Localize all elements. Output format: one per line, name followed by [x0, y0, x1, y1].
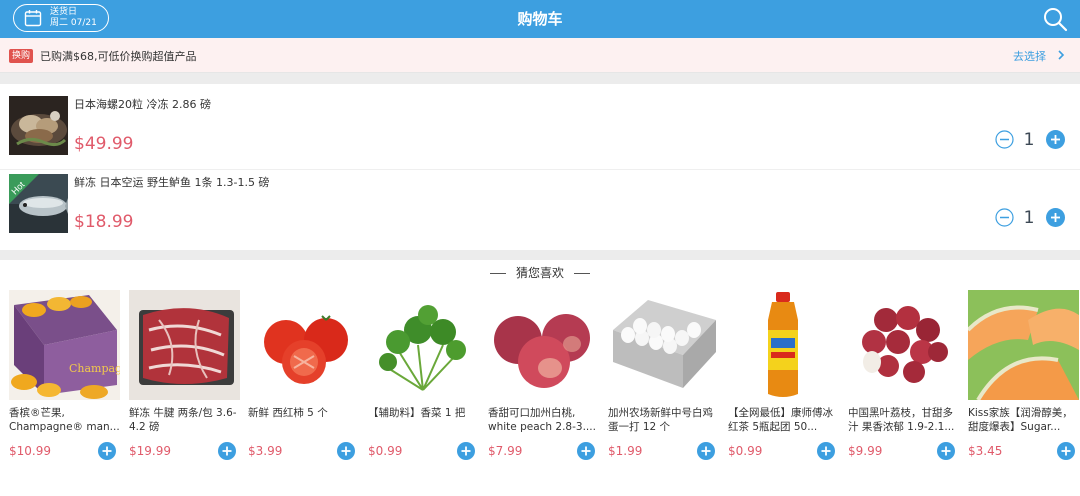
product-image-white-peaches[interactable] [488, 290, 599, 400]
add-to-cart-button[interactable] [218, 442, 236, 460]
page-title: 购物车 [517, 10, 563, 28]
product-image-cilantro[interactable] [368, 290, 479, 400]
increase-quantity-button[interactable] [1046, 130, 1065, 149]
cart-item[interactable]: Hot 鲜冻 日本空运 野生鲈鱼 1条 1.3-1.5 磅 $18.99 1 [0, 170, 1080, 248]
quantity-value: 1 [1023, 130, 1035, 150]
add-to-cart-button[interactable] [457, 442, 475, 460]
add-to-cart-button[interactable] [937, 442, 955, 460]
add-to-cart-button[interactable] [577, 442, 595, 460]
recommendation-price: $3.99 [248, 444, 283, 458]
add-to-cart-button[interactable] [817, 442, 835, 460]
chevron-right-icon[interactable] [1054, 48, 1068, 62]
recommendation-price: $1.99 [608, 444, 643, 458]
product-image-mango-box[interactable]: Champagne [9, 290, 120, 400]
recommendations-section: 猜您喜欢 Champagne 香槟®芒果, Champagne® man... … [0, 260, 1080, 496]
recommendation-name: 【辅助料】香菜 1 把 [368, 407, 466, 419]
recommendation-card[interactable]: 香甜可口加州白桃, white peach 2.8-3.... $7.99 [488, 290, 600, 496]
recommendation-name: 新鲜 西红柿 5 个 [248, 407, 328, 419]
recommendation-name: 加州农场新鲜中号白鸡蛋一打 12 个 [608, 407, 713, 433]
recommendation-price: $9.99 [848, 444, 883, 458]
recommendation-name: 中国黑叶荔枝，甘甜多汁 果香浓郁 1.9-2.1... [848, 407, 955, 433]
recommendation-card[interactable]: 【全网最低】康师傅冰红茶 5瓶起团 50... $0.99 [728, 290, 840, 496]
product-image-cantaloupe[interactable] [968, 290, 1079, 400]
quantity-value: 1 [1023, 208, 1035, 228]
product-image-lychee[interactable] [848, 290, 959, 400]
recommendation-name: 鲜冻 牛腱 两条/包 3.6-4.2 磅 [129, 407, 237, 433]
recommendation-name: 香甜可口加州白桃, white peach 2.8-3.... [488, 407, 596, 433]
promo-badge: 换购 [9, 49, 34, 63]
recommendation-card[interactable]: 加州农场新鲜中号白鸡蛋一打 12 个 $1.99 [608, 290, 720, 496]
product-image-sea-snail[interactable] [9, 96, 68, 155]
recommendation-name: Kiss家族【润滑醇美，甜度爆表】Sugar... [968, 407, 1073, 433]
product-image-sea-bass[interactable]: Hot [9, 174, 68, 233]
recommendation-name: 【全网最低】康师傅冰红茶 5瓶起团 50... [728, 407, 833, 433]
add-to-cart-button[interactable] [1057, 442, 1075, 460]
recommendation-price: $7.99 [488, 444, 523, 458]
cart-item-name: 日本海螺20粒 冷冻 2.86 磅 [74, 98, 211, 111]
recommendation-card[interactable]: Champagne 香槟®芒果, Champagne® man... $10.9… [9, 290, 121, 496]
product-image-iced-tea[interactable] [728, 290, 839, 400]
recommendations-title: 猜您喜欢 [0, 264, 1080, 281]
promo-text: 已购满$68,可低价换购超值产品 [40, 50, 197, 63]
promo-select-link[interactable]: 去选择 [1013, 48, 1046, 64]
recommendation-price: $0.99 [368, 444, 403, 458]
cart-item-price: $18.99 [74, 212, 134, 232]
top-bar: 送货日 周二 07/21 购物车 [0, 0, 1080, 38]
svg-text:Champagne: Champagne [69, 362, 120, 375]
add-to-cart-button[interactable] [98, 442, 116, 460]
search-icon[interactable] [1042, 6, 1068, 32]
recommendation-price: $3.45 [968, 444, 1003, 458]
recommendation-name: 香槟®芒果, Champagne® man... [9, 407, 120, 433]
add-to-cart-button[interactable] [337, 442, 355, 460]
promo-banner[interactable]: 换购 已购满$68,可低价换购超值产品 去选择 [0, 38, 1080, 73]
recommendation-card[interactable]: Kiss家族【润滑醇美，甜度爆表】Sugar... $3.45 [968, 290, 1080, 496]
product-image-tomatoes[interactable] [248, 290, 359, 400]
cart-list: 日本海螺20粒 冷冻 2.86 磅 $49.99 1 Hot 鲜冻 日本空运 野… [0, 84, 1080, 250]
add-to-cart-button[interactable] [697, 442, 715, 460]
recommendation-card[interactable]: 【辅助料】香菜 1 把 $0.99 [368, 290, 480, 496]
cart-item-name: 鲜冻 日本空运 野生鲈鱼 1条 1.3-1.5 磅 [74, 176, 270, 189]
recommendation-price: $19.99 [129, 444, 171, 458]
product-image-beef-shank[interactable] [129, 290, 240, 400]
recommendation-card[interactable]: 中国黑叶荔枝，甘甜多汁 果香浓郁 1.9-2.1... $9.99 [848, 290, 960, 496]
increase-quantity-button[interactable] [1046, 208, 1065, 227]
recommendation-price: $10.99 [9, 444, 51, 458]
decrease-quantity-button[interactable] [995, 130, 1014, 149]
decrease-quantity-button[interactable] [995, 208, 1014, 227]
recommendation-card[interactable]: 新鲜 西红柿 5 个 $3.99 [248, 290, 360, 496]
cart-item-price: $49.99 [74, 134, 134, 154]
recommendation-price: $0.99 [728, 444, 763, 458]
product-image-egg-carton[interactable] [608, 290, 719, 400]
cart-item[interactable]: 日本海螺20粒 冷冻 2.86 磅 $49.99 1 [0, 92, 1080, 170]
recommendation-card[interactable]: 鲜冻 牛腱 两条/包 3.6-4.2 磅 $19.99 [129, 290, 241, 496]
